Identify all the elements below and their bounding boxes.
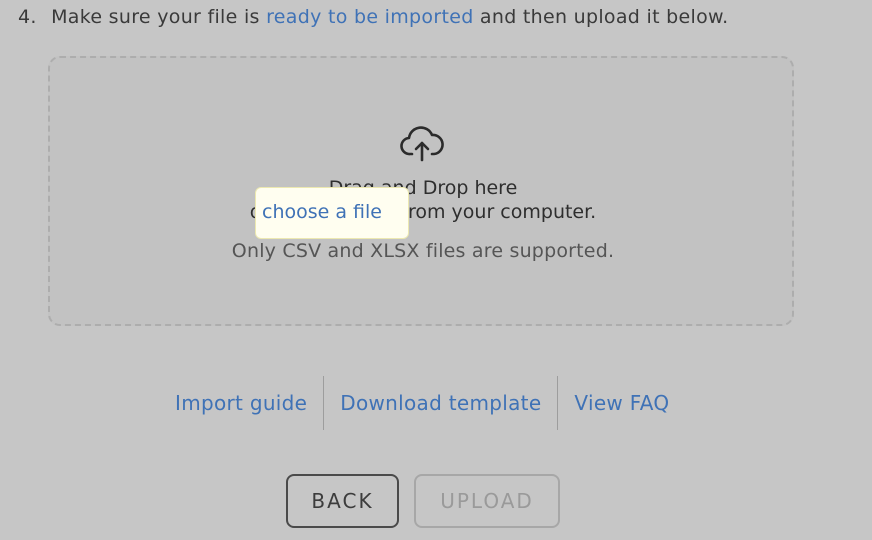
link-divider [557, 376, 559, 430]
choose-suffix: from your computer. [401, 201, 597, 223]
download-template-link[interactable]: Download template [340, 391, 541, 415]
instruction-step-4: 4. Make sure your file is ready to be im… [18, 6, 728, 28]
view-faq-link[interactable]: View FAQ [574, 391, 669, 415]
step-number: 4. [18, 6, 37, 28]
supported-formats-text: Only CSV and XLSX files are supported. [231, 240, 615, 262]
cloud-upload-icon [400, 126, 444, 162]
help-links: Import guide Download template View FAQ [175, 376, 669, 430]
choose-file-link[interactable]: choose a file [262, 201, 382, 223]
back-button[interactable]: BACK [286, 474, 399, 528]
ready-to-be-imported-link[interactable]: ready to be imported [266, 6, 473, 28]
choose-file-line: or choose a file from your computer. [0, 201, 846, 223]
instruction-text-before: Make sure your file is [51, 6, 260, 28]
link-divider [323, 376, 325, 430]
import-guide-link[interactable]: Import guide [175, 391, 307, 415]
drag-and-drop-text: Drag and Drop here [328, 177, 518, 199]
upload-button[interactable]: UPLOAD [414, 474, 560, 528]
instruction-text-after: and then upload it below. [479, 6, 729, 28]
